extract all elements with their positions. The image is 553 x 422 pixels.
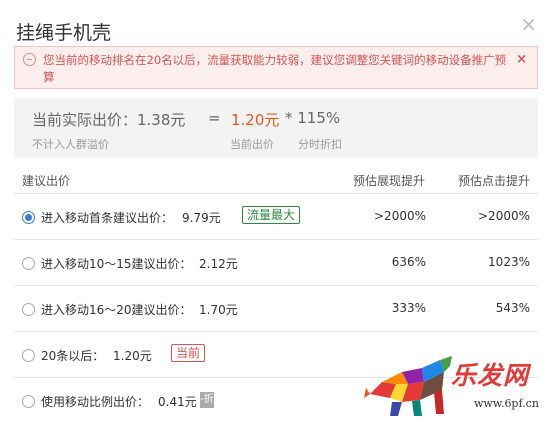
- radio-unselected[interactable]: [22, 257, 35, 270]
- est-impression-value: 333%: [391, 301, 426, 315]
- bid-option-label: 使用移动比例出价：: [41, 395, 150, 409]
- radio-unselected[interactable]: [22, 303, 35, 316]
- header-est-impression: 预估展现提升: [353, 174, 426, 188]
- current-bid-value: 1.20元: [231, 111, 280, 129]
- equals-sign: =: [208, 109, 221, 127]
- site-watermark: 乐发网 www.6pf.cn: [362, 354, 553, 422]
- bid-option-value: 0.41元: [158, 395, 197, 409]
- actual-bid-label: 当前实际出价：1.38元: [32, 111, 186, 129]
- est-click-value: >2000%: [478, 209, 530, 223]
- bid-option-label: 进入移动10～15建议出价：: [41, 257, 192, 271]
- bid-option-label: 进入移动16～20建议出价：: [41, 303, 192, 317]
- bid-option-label: 20条以后：: [41, 349, 105, 363]
- radio-unselected[interactable]: [22, 349, 35, 362]
- crowd-premium-note: 不计入人群溢价: [32, 138, 109, 151]
- time-discount-note: 分时折扣: [298, 138, 342, 151]
- bid-option-row[interactable]: 进入移动10～15建议出价： 2.12元 636% 1023%: [14, 240, 538, 286]
- current-price-panel: 当前实际出价：1.38元 = 1.20元 * 115% 不计入人群溢价 当前出价…: [14, 98, 538, 158]
- bid-option-value: 9.79元: [182, 211, 221, 225]
- est-click-value: 1023%: [488, 255, 530, 269]
- est-click-value: 543%: [495, 301, 530, 315]
- table-header: 建议出价 预估展现提升 预估点击提升: [0, 164, 553, 194]
- watermark-url: www.6pf.cn: [474, 397, 539, 410]
- warning-banner: 您当前的移动排名在20名以后，流量获取能力较弱，建议您调整您关键词的移动设备推广…: [14, 46, 538, 89]
- max-traffic-badge: 流量最大: [242, 206, 301, 224]
- current-bid-note: 当前出价: [230, 138, 274, 151]
- radio-unselected[interactable]: [22, 395, 35, 408]
- time-discount-multiplier: * 115%: [285, 109, 341, 127]
- bid-option-row[interactable]: 进入移动首条建议出价： 9.79元 流量最大 >2000% >2000%: [14, 194, 538, 240]
- current-badge: 当前: [171, 344, 206, 362]
- radio-selected[interactable]: [22, 211, 35, 224]
- header-est-click: 预估点击提升: [458, 174, 531, 188]
- header-suggested-bid: 建议出价: [22, 174, 71, 188]
- bid-option-row[interactable]: 进入移动16～20建议出价： 1.70元 333% 543%: [14, 286, 538, 332]
- bid-option-value: 2.12元: [199, 257, 238, 271]
- bid-option-value: 1.20元: [113, 349, 152, 363]
- est-impression-value: 636%: [391, 255, 426, 269]
- est-impression-value: >2000%: [374, 209, 426, 223]
- warning-close-icon[interactable]: ×: [516, 52, 527, 67]
- watermark-text: 乐发网: [451, 361, 530, 390]
- dialog-close-icon[interactable]: ×: [520, 14, 537, 34]
- bid-option-label: 进入移动首条建议出价：: [41, 211, 174, 225]
- dialog-title: 挂绳手机壳: [16, 22, 112, 44]
- bid-option-value: 1.70元: [199, 303, 238, 317]
- minus-circle-icon: [23, 53, 36, 66]
- warning-text: 您当前的移动排名在20名以后，流量获取能力较弱，建议您调整您关键词的移动设备推广…: [43, 53, 507, 84]
- bull-logo-icon: [364, 356, 452, 416]
- discount-badge: -折: [200, 392, 214, 408]
